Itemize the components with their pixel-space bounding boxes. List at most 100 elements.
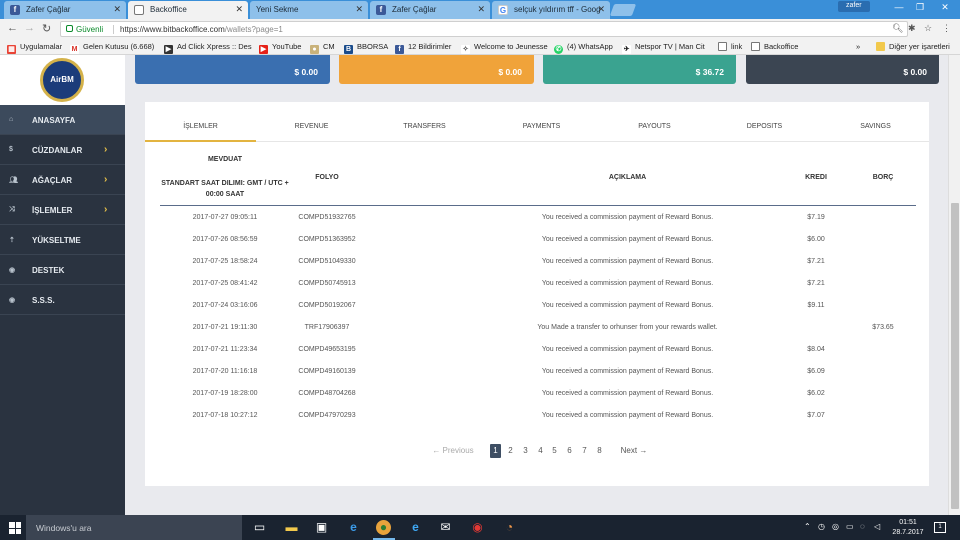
tab-transfers[interactable]: TRANSFERS	[369, 123, 480, 130]
row-description: You received a commission payment of Rew…	[541, 280, 714, 287]
tray-volume-icon[interactable]: ◁	[874, 522, 880, 531]
bookmark-link[interactable]: link	[718, 42, 742, 51]
minimize-icon[interactable]: —	[888, 2, 910, 12]
sidebar-item-destek[interactable]: ◉ DESTEK	[0, 255, 125, 285]
scrollbar-thumb[interactable]	[951, 203, 959, 509]
windows-start-icon[interactable]	[9, 522, 21, 534]
bookmark-backoffice[interactable]: Backoffice	[751, 42, 798, 51]
close-icon[interactable]: ✕	[235, 4, 243, 15]
row-folyo: COMPD47970293	[298, 412, 356, 419]
internet-explorer-icon[interactable]: e	[408, 520, 423, 535]
bookmark-apps[interactable]: ▦ Uygulamalar	[7, 42, 62, 54]
star-icon[interactable]: ☆	[924, 23, 932, 34]
bookmark-label: (4) WhatsApp	[567, 42, 613, 51]
zoom-icon[interactable]: 🔍︎	[892, 23, 903, 34]
close-icon[interactable]: ✕	[113, 4, 121, 15]
wallet-card-4[interactable]: $ 0.00	[746, 55, 939, 84]
task-view-icon[interactable]: ▭	[252, 520, 267, 535]
tab-savings[interactable]: SAVINGS	[820, 123, 931, 130]
wallet-card-3[interactable]: $ 36.72	[543, 55, 736, 84]
page-link[interactable]: 6	[564, 444, 575, 458]
close-icon[interactable]: ✕	[477, 4, 485, 15]
tab-revenue[interactable]: REVENUE	[256, 123, 367, 130]
chrome-icon[interactable]: ●	[376, 520, 391, 535]
clock-date: 28.7.2017	[892, 529, 924, 536]
profile-chip[interactable]: zafer	[838, 1, 870, 12]
url-bar[interactable]: Güvenli https://www.bitbackoffice.com/wa…	[60, 21, 908, 37]
back-icon[interactable]: ←	[7, 22, 18, 34]
browser-tab-backoffice[interactable]: Backoffice ✕	[128, 1, 248, 19]
menu-icon[interactable]: ⋮	[942, 23, 951, 34]
bookmarks-bar: ▦ Uygulamalar M Gelen Kutusu (6.668) ▶ Ad C…	[0, 39, 960, 55]
tray-chevron-icon[interactable]: ⌃	[804, 522, 811, 531]
browser-tab-zafer-1[interactable]: f Zafer Çağlar ✕	[4, 1, 126, 19]
store-icon[interactable]: ▣	[314, 520, 329, 535]
wallet-card-2[interactable]: $ 0.00	[339, 55, 534, 84]
sidebar-item-yukseltme[interactable]: ⇡ YÜKSELTME	[0, 225, 125, 255]
page-link[interactable]: 8	[594, 444, 605, 458]
sidebar-item-anasayfa[interactable]: ⌂ ANASAYFA	[0, 105, 125, 135]
browser-tab-new[interactable]: Yeni Sekme ✕	[250, 1, 368, 19]
sidebar-item-label: CÜZDANLAR	[32, 146, 83, 155]
close-icon[interactable]: ✕	[355, 4, 363, 15]
page-link[interactable]: 2	[505, 444, 516, 458]
bookmark-jeunesse[interactable]: ✧ Welcome to Jeunesse	[461, 42, 548, 54]
new-tab-button[interactable]	[609, 4, 637, 16]
bookmark-facebook[interactable]: f 12 Bildirimler	[395, 42, 451, 54]
page-link[interactable]: 4	[535, 444, 546, 458]
tab-deposits[interactable]: DEPOSITS	[709, 123, 820, 130]
gmail-icon: M	[70, 45, 79, 54]
notification-icon[interactable]: 1	[934, 522, 946, 533]
tab-payments[interactable]: PAYMENTS	[486, 123, 597, 130]
page-link[interactable]: 5	[549, 444, 560, 458]
forward-icon[interactable]: →	[24, 22, 35, 34]
bookmark-cm[interactable]: ● CM	[310, 42, 335, 54]
page-scrollbar[interactable]	[948, 55, 960, 515]
sidebar-item-cuzdanlar[interactable]: $ CÜZDANLAR ›	[0, 135, 125, 165]
row-description: You received a commission payment of Rew…	[541, 214, 714, 221]
adclick-icon: ▶	[164, 45, 173, 54]
brand-logo[interactable]: AirBM	[40, 58, 84, 102]
reload-icon[interactable]: ↻	[42, 22, 51, 35]
bookmark-adclick[interactable]: ▶ Ad Click Xpress :: Des	[164, 42, 252, 54]
bookmark-whatsapp[interactable]: ✆ (4) WhatsApp	[554, 42, 613, 54]
browser-tab-zafer-2[interactable]: f Zafer Çağlar ✕	[370, 1, 490, 19]
tray-network-icon[interactable]: ◎	[832, 522, 839, 531]
tray-battery-icon[interactable]: ▭	[846, 522, 854, 531]
tray-app-icon[interactable]: ◷	[818, 522, 825, 531]
tray-wifi-icon[interactable]: ◌	[860, 522, 865, 531]
browser-tab-google[interactable]: G selçuk yıldırım tff - Goog ✕	[492, 1, 610, 19]
bookmark-netspor[interactable]: ✈ Netspor TV | Man Cit	[622, 42, 712, 54]
mail-icon[interactable]: ✉	[438, 520, 453, 535]
page-link-current[interactable]: 1	[490, 444, 501, 458]
bookmarks-overflow[interactable]: »	[856, 42, 860, 51]
sidebar-item-sss[interactable]: ◉ S.S.S.	[0, 285, 125, 315]
file-explorer-icon[interactable]: ▬	[284, 520, 299, 535]
app-red-icon[interactable]: ◉	[470, 520, 485, 535]
maximize-icon[interactable]: ❐	[909, 2, 931, 13]
app-orange-icon[interactable]: ◔	[502, 520, 517, 535]
bookmark-gmail[interactable]: M Gelen Kutusu (6.668)	[70, 42, 154, 54]
taskbar-clock[interactable]: 01:51 28.7.2017	[888, 518, 928, 538]
bookmark-youtube[interactable]: ▶ YouTube	[259, 42, 301, 54]
bookmark-bborsa[interactable]: B BBORSA	[344, 42, 388, 54]
edge-icon[interactable]: e	[346, 520, 361, 535]
extension-icon[interactable]: ✱	[908, 23, 916, 34]
page-link[interactable]: 7	[579, 444, 590, 458]
taskbar-search-input[interactable]: Windows'u ara	[26, 515, 242, 540]
page-link[interactable]: 3	[520, 444, 531, 458]
row-kredi: $7.19	[807, 214, 825, 221]
sidebar-item-islemler[interactable]: ⤨ İŞLEMLER ›	[0, 195, 125, 225]
bookmark-other[interactable]: Diğer yer işaretleri	[876, 42, 950, 51]
row-date: 2017-07-25 08:41:42	[192, 280, 258, 287]
next-page-link[interactable]: Next →	[617, 444, 651, 458]
close-icon[interactable]: ✕	[597, 4, 605, 15]
url-text[interactable]: https://www.bitbackoffice.com/wallets?pa…	[113, 25, 283, 34]
tab-islemler[interactable]: İŞLEMLER	[145, 123, 256, 142]
wallet-card-1[interactable]: $ 0.00	[135, 55, 330, 84]
close-window-icon[interactable]: ✕	[934, 2, 956, 13]
sidebar-item-agaclar[interactable]: 👥︎ AĞAÇLAR ›	[0, 165, 125, 195]
tab-payouts[interactable]: PAYOUTS	[599, 123, 710, 130]
previous-page-link[interactable]: ← Previous	[428, 444, 478, 458]
row-date: 2017-07-21 11:23:34	[192, 346, 258, 353]
